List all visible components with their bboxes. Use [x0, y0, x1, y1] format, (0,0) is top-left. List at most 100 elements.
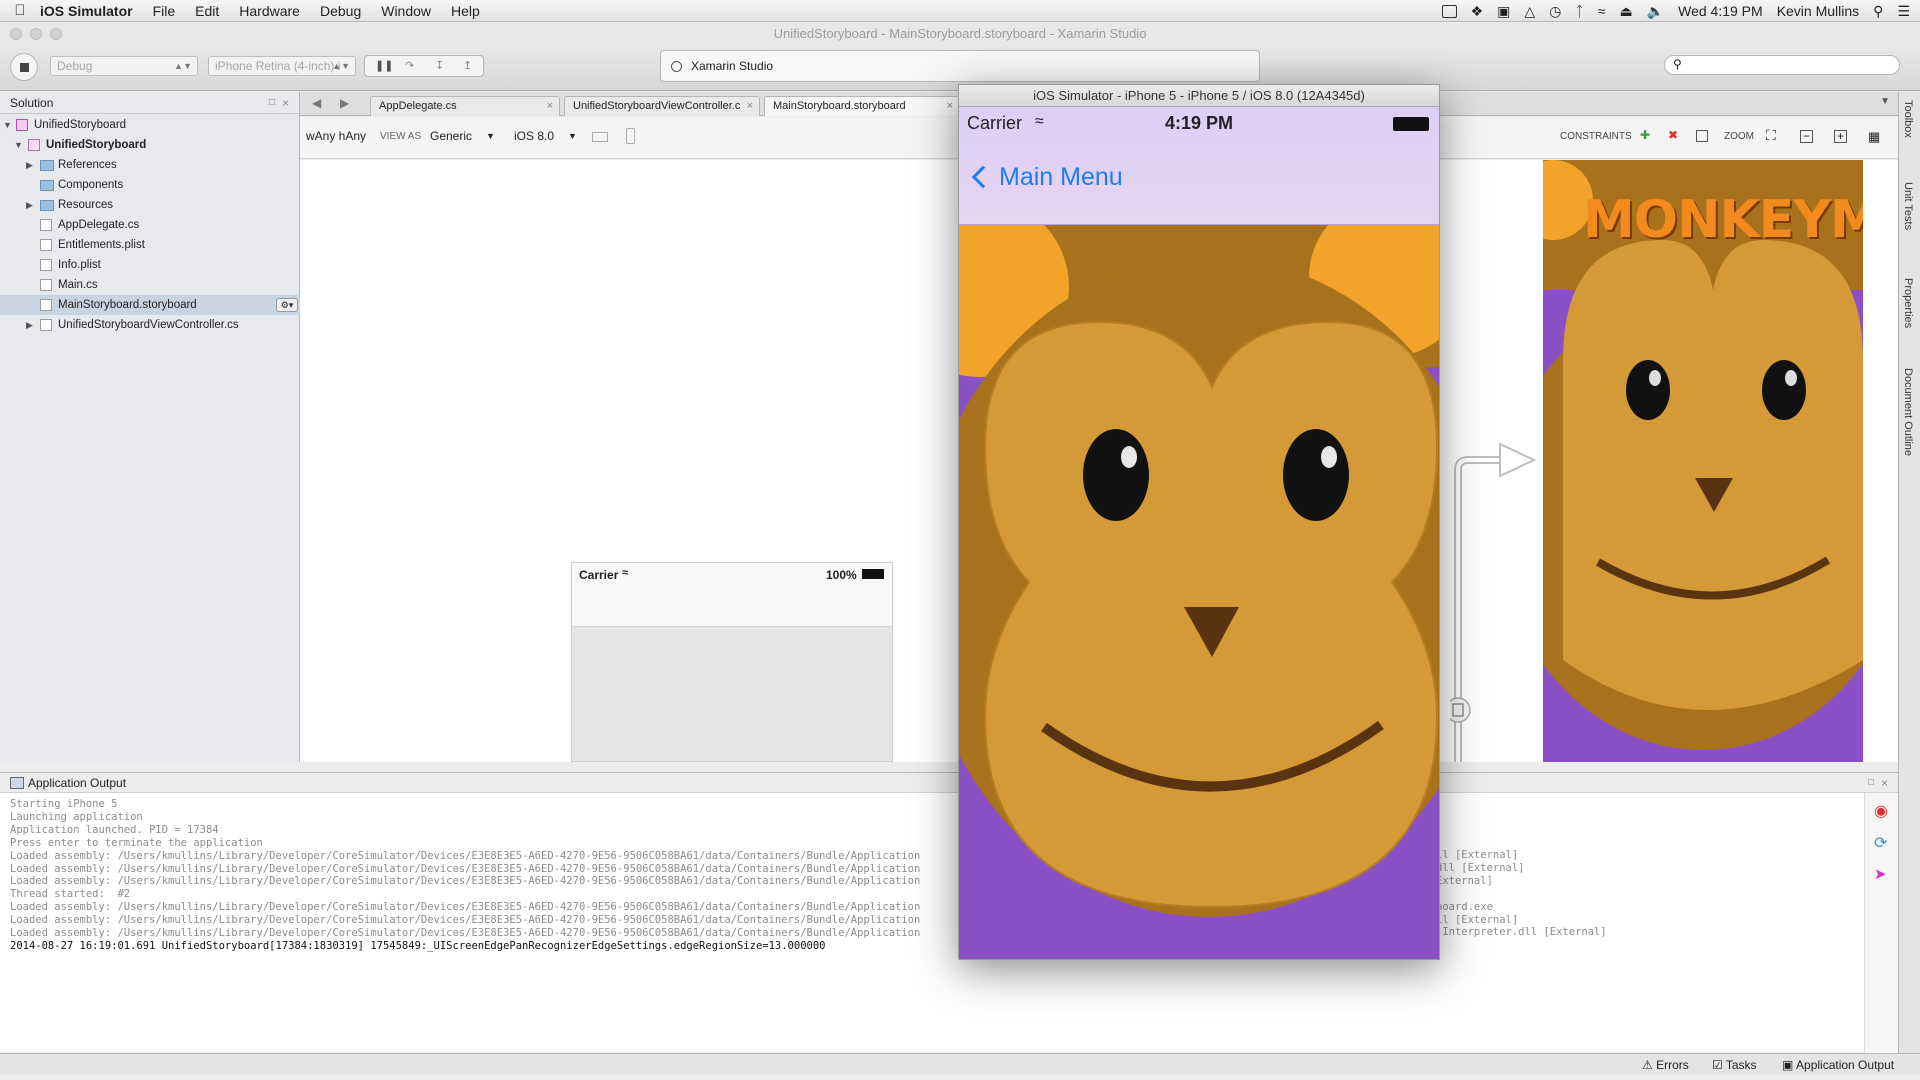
main-menu-scene[interactable]: MONKEYMA [1543, 160, 1863, 762]
tab-label: UnifiedStoryboardViewController.c [573, 100, 741, 112]
stop-icon[interactable]: ◉ [1874, 801, 1888, 821]
output-log[interactable]: Starting iPhone 5 Launching application Ap… [10, 798, 920, 953]
tree-item-mainstoryboard[interactable]: MainStoryboard.storyboard ⚙▾ [0, 295, 300, 315]
tasks-button[interactable]: ☑ Tasks [1712, 1057, 1757, 1073]
time-machine-icon[interactable]: ◷ [1549, 3, 1561, 20]
status-app-icon[interactable] [1441, 4, 1457, 18]
frame-icon[interactable] [1696, 130, 1708, 142]
menu-clock[interactable]: Wed 4:19 PM [1678, 3, 1763, 19]
tree-item-appdelegate[interactable]: AppDelegate.cs [0, 215, 300, 235]
landscape-icon[interactable] [592, 132, 608, 142]
tree-item-project[interactable]: ▼ UnifiedStoryboard [0, 135, 300, 155]
menu-file[interactable]: File [153, 3, 176, 19]
zoom-window-button[interactable] [50, 28, 62, 40]
forward-arrow-icon[interactable]: ▶ [340, 96, 349, 110]
triangle-down-icon[interactable]: ▼ [14, 135, 23, 155]
close-tab-icon[interactable]: × [747, 97, 753, 116]
dock-icon[interactable]: □ [269, 92, 275, 114]
application-output-button[interactable]: ▣ Application Output [1782, 1057, 1894, 1073]
portrait-icon[interactable] [626, 128, 635, 144]
step-out-icon[interactable]: ↥ [463, 59, 472, 72]
configuration-selector[interactable]: Debug ▲▼ [50, 56, 198, 76]
chevron-updown-icon: ▲▼ [174, 61, 192, 71]
tree-item-solution[interactable]: ▼ UnifiedStoryboard [0, 115, 300, 135]
triangle-right-icon[interactable]: ▶ [26, 155, 33, 175]
menu-bar:  iOS Simulator File Edit Hardware Debug… [0, 0, 1920, 22]
back-arrow-icon[interactable]: ◀ [312, 96, 321, 110]
menu-window[interactable]: Window [381, 3, 431, 19]
size-class-selector[interactable]: wAny hAny [306, 129, 366, 143]
iphone-screen[interactable]: Carrier ≈ 4:19 PM Main Menu [959, 107, 1439, 959]
search-input[interactable]: ⚲ [1664, 55, 1900, 75]
unit-tests-tab[interactable]: Unit Tests [1902, 182, 1914, 230]
ios-simulator-window[interactable]: iOS Simulator - iPhone 5 - iPhone 5 / iO… [958, 84, 1440, 960]
apple-menu-icon[interactable]:  [0, 2, 40, 19]
device-selector[interactable]: iPhone Retina (4-inch) i ▲▼ [208, 56, 356, 76]
tab-appdelegate[interactable]: AppDelegate.cs × [370, 96, 560, 116]
remove-constraint-icon[interactable]: ✖ [1668, 128, 1678, 142]
tree-item-main[interactable]: Main.cs [0, 275, 300, 295]
menu-debug[interactable]: Debug [320, 3, 361, 19]
step-over-icon[interactable]: ↷ [405, 59, 414, 72]
eject-icon[interactable]: ⏏ [1619, 3, 1632, 20]
close-pad-icon[interactable]: × [282, 92, 289, 114]
menu-app-name[interactable]: iOS Simulator [40, 3, 133, 19]
tree-item-references[interactable]: ▶ References [0, 155, 300, 175]
navigation-controller-scene[interactable]: Carrier ≈ 100% [571, 562, 893, 762]
wifi-icon[interactable]: ≈ [1598, 3, 1606, 19]
step-into-icon[interactable]: ↧ [435, 59, 444, 72]
properties-tab[interactable]: Properties [1902, 278, 1914, 328]
chevron-down-icon[interactable]: ▼ [486, 131, 495, 141]
triangle-right-icon[interactable]: ▶ [26, 195, 33, 215]
log-fragment: board.exe [1436, 900, 1493, 913]
main-menu-back-button[interactable]: Main Menu [969, 157, 1123, 197]
stop-button[interactable] [10, 53, 38, 81]
pause-icon[interactable]: ❚❚ [375, 59, 393, 72]
fit-zoom-icon[interactable]: ⛶ [1766, 127, 1776, 144]
errors-button[interactable]: ⚠ Errors [1642, 1057, 1689, 1073]
chevron-down-icon[interactable]: ▼ [568, 131, 577, 141]
tree-item-resources[interactable]: ▶ Resources [0, 195, 300, 215]
menu-edit[interactable]: Edit [195, 3, 219, 19]
triangle-down-icon[interactable]: ▼ [3, 115, 12, 135]
document-outline-tab[interactable]: Document Outline [1902, 368, 1914, 456]
gear-icon[interactable]: ⚙▾ [276, 298, 298, 312]
menu-help[interactable]: Help [451, 3, 480, 19]
tree-item-viewcontroller[interactable]: ▶ UnifiedStoryboardViewController.cs [0, 315, 300, 335]
tab-mainstoryboard[interactable]: MainStoryboard.storyboard × [764, 96, 960, 116]
zoom-in-icon[interactable]: + [1834, 130, 1847, 143]
dropbox-icon[interactable]: ❖ [1471, 3, 1484, 20]
close-window-button[interactable] [10, 28, 22, 40]
tree-item-label: Main.cs [58, 279, 98, 291]
tree-item-entitlements[interactable]: Entitlements.plist [0, 235, 300, 255]
log-line: Loaded assembly: /Users/kmullins/Library… [10, 849, 921, 862]
tree-item-components[interactable]: Components [0, 175, 300, 195]
add-constraint-icon[interactable]: ✚ [1640, 128, 1650, 142]
triangle-right-icon[interactable]: ▶ [26, 315, 33, 335]
menu-hardware[interactable]: Hardware [239, 3, 300, 19]
close-pad-icon[interactable]: × [1881, 773, 1888, 793]
tree-item-infoplist[interactable]: Info.plist [0, 255, 300, 275]
close-tab-icon[interactable]: × [947, 97, 953, 116]
toolbox-tab[interactable]: Toolbox [1902, 100, 1914, 138]
view-as-selector[interactable]: Generic [430, 129, 472, 143]
close-tab-icon[interactable]: × [547, 97, 553, 116]
dock-icon[interactable]: □ [1868, 773, 1874, 793]
bluetooth-icon[interactable]: ᛏ [1575, 3, 1583, 19]
spotlight-icon[interactable]: ⚲ [1873, 3, 1883, 20]
pin-icon[interactable]: ➤ [1874, 865, 1887, 883]
display-icon[interactable]: ▣ [1497, 3, 1510, 20]
clear-icon[interactable]: ⟳ [1874, 833, 1887, 853]
segue-arrow[interactable] [1450, 430, 1550, 762]
tab-overflow-icon[interactable]: ▼ [1880, 96, 1890, 107]
ios-version-selector[interactable]: iOS 8.0 [514, 129, 554, 143]
tab-viewcontroller[interactable]: UnifiedStoryboardViewController.c × [564, 96, 760, 116]
minimize-window-button[interactable] [30, 28, 42, 40]
volume-icon[interactable]: 🔈 [1647, 3, 1664, 20]
menu-user[interactable]: Kevin Mullins [1777, 3, 1859, 19]
solution-header: Solution □ × [0, 92, 299, 114]
notification-center-icon[interactable]: ☰ [1897, 3, 1910, 20]
zoom-out-icon[interactable]: − [1800, 130, 1813, 143]
airplay-icon[interactable]: △ [1524, 3, 1535, 20]
layout-icon[interactable]: ▦ [1868, 129, 1880, 145]
